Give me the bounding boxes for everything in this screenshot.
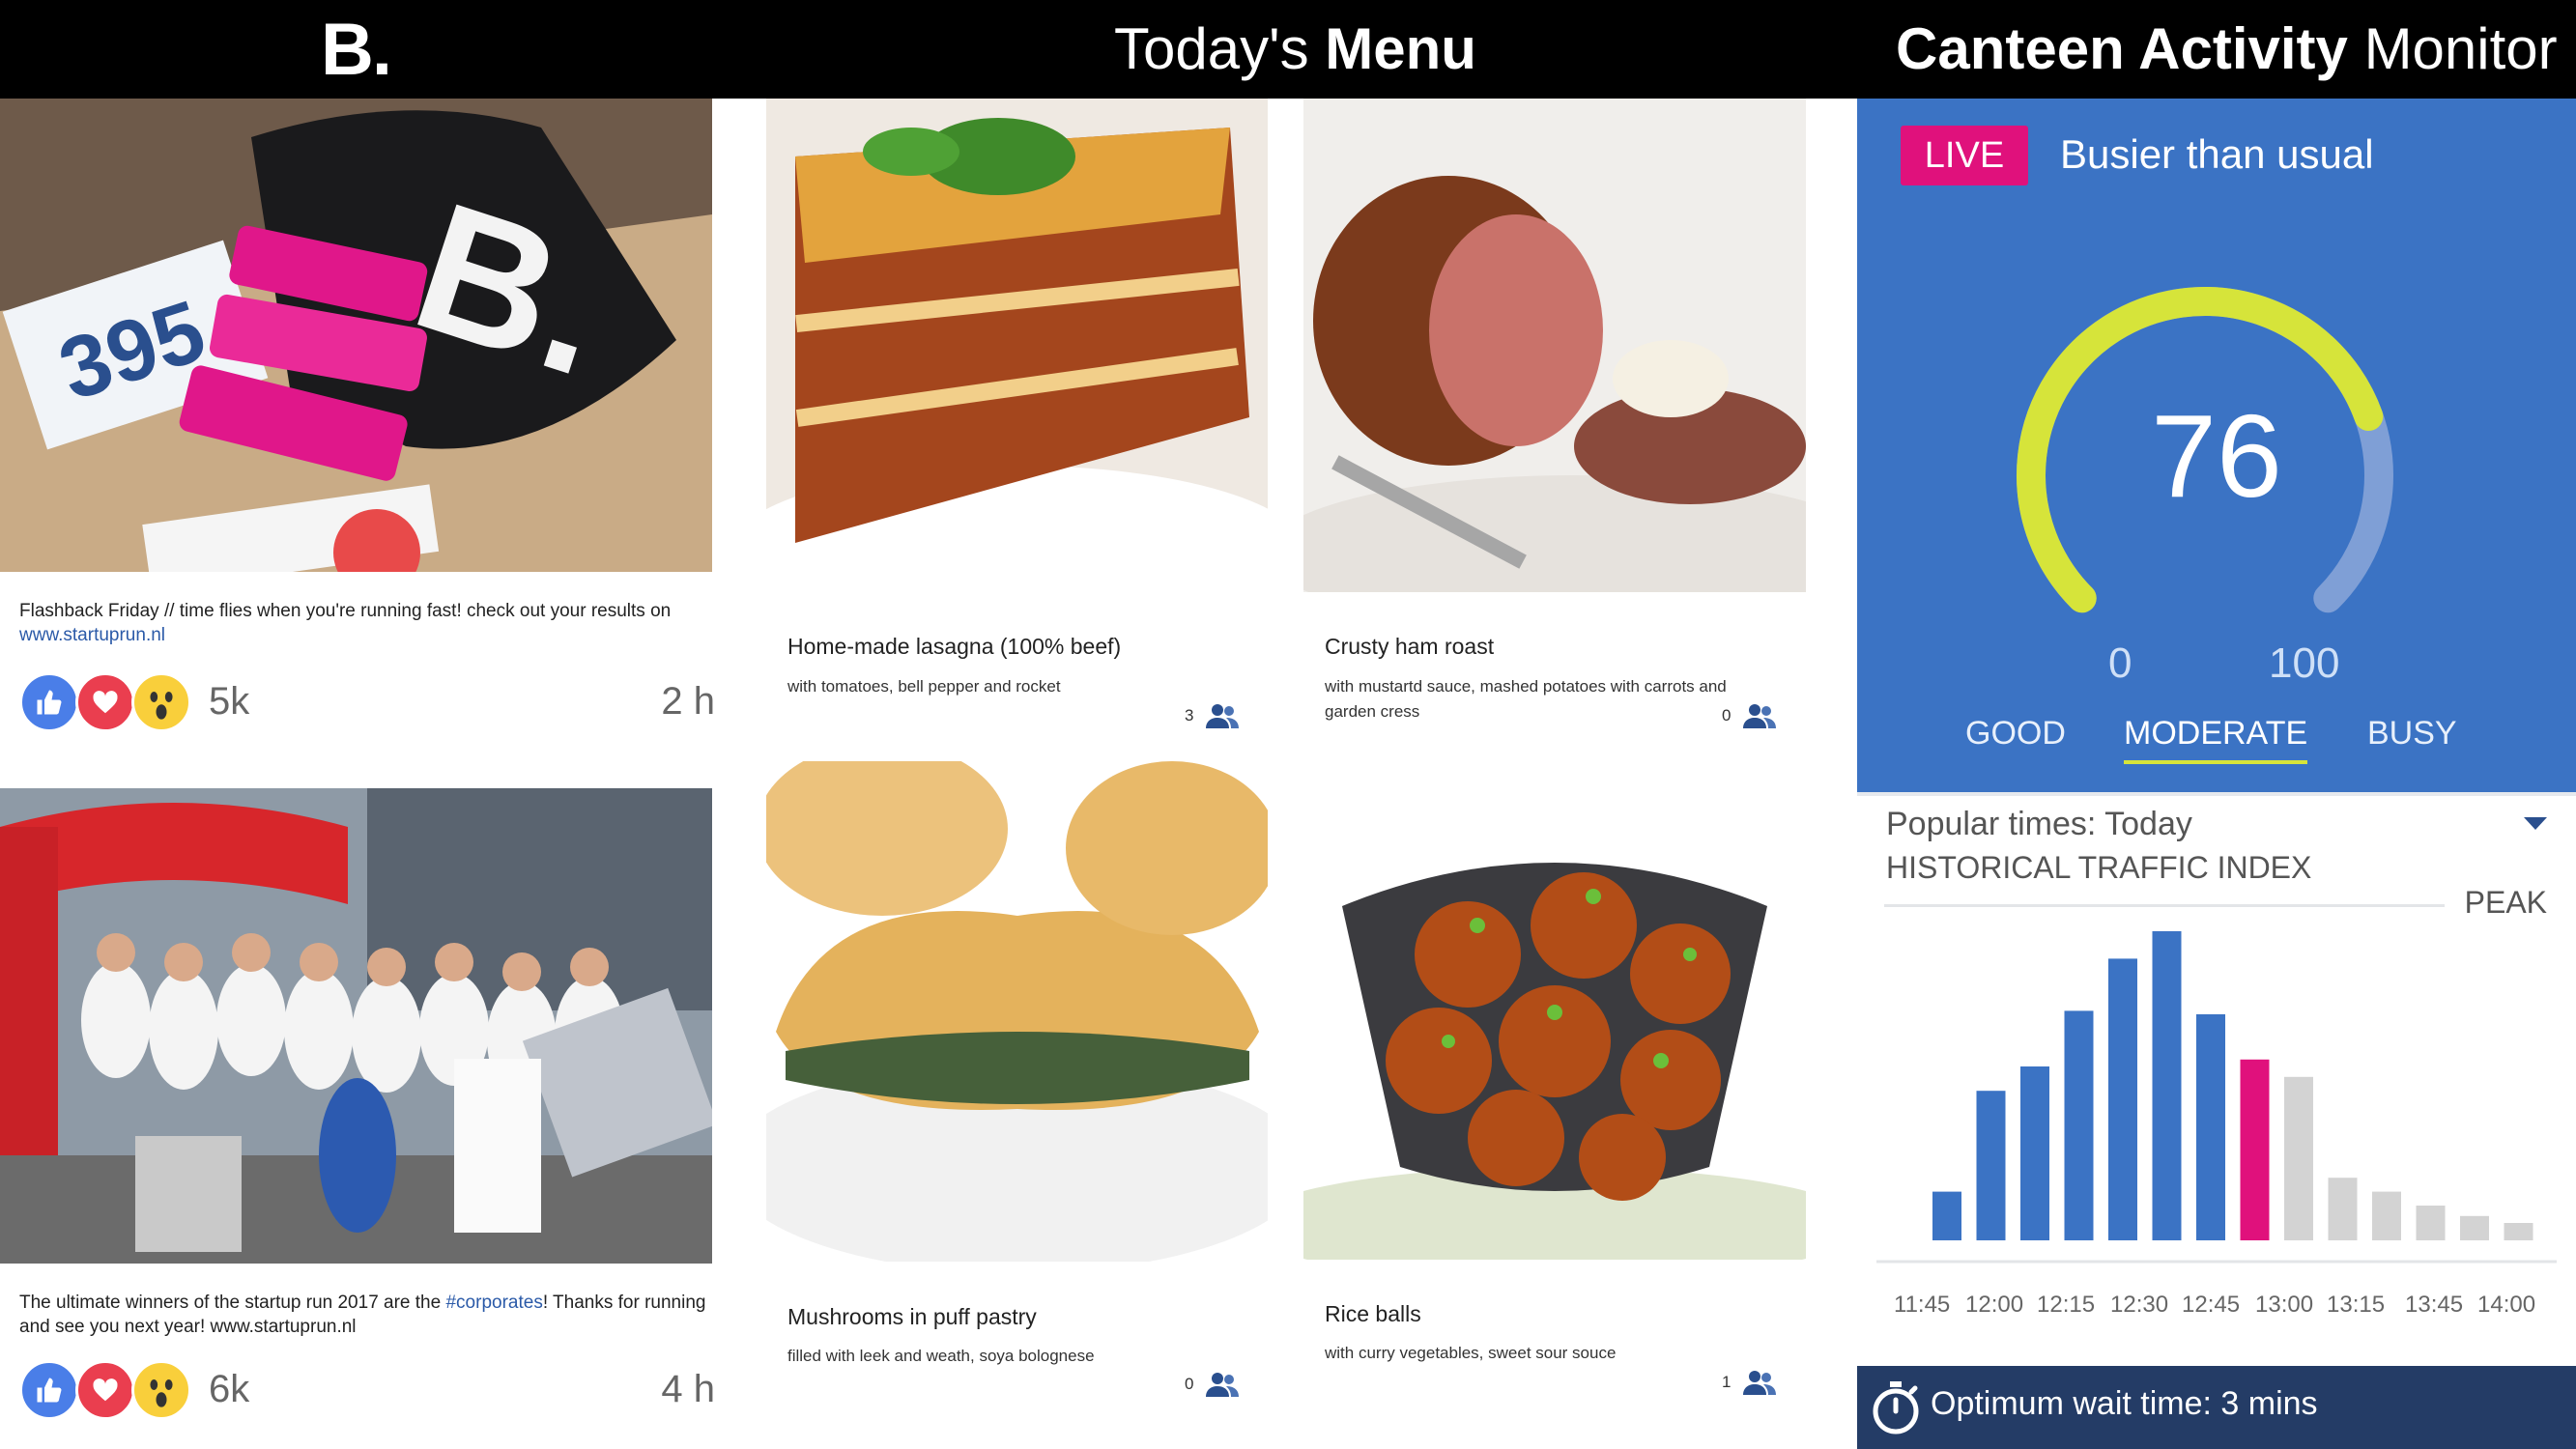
gauge-min-label: 0	[2108, 639, 2132, 687]
dish-attendee-count: 0	[1185, 1371, 1240, 1398]
traffic-bar	[2108, 958, 2137, 1240]
level-good[interactable]: GOOD	[1965, 715, 2066, 753]
dish-photo-rice-balls[interactable]	[1303, 761, 1806, 1260]
traffic-bar	[2152, 931, 2182, 1240]
people-icon[interactable]	[1742, 702, 1777, 729]
peak-label: PEAK	[2464, 885, 2547, 920]
love-reaction-icon[interactable]	[75, 672, 135, 732]
time-tick-label: 13:45	[2405, 1292, 2463, 1318]
dish-attendee-count: 1	[1722, 1369, 1777, 1396]
dish-photo-puff-pastry[interactable]	[766, 761, 1268, 1262]
dish-name[interactable]: Crusty ham roast	[1325, 634, 1494, 660]
level-busy[interactable]: BUSY	[2367, 715, 2457, 753]
time-tick-label: 12:30	[2110, 1292, 2168, 1318]
live-badge: LIVE	[1901, 126, 2028, 185]
traffic-bar-chart: 11:45 12:00 12:15 12:30 12:45 13:00 13:15 13:45…	[1876, 931, 2557, 1318]
traffic-bar	[2328, 1178, 2358, 1240]
crowd-status: Busier than usual	[2060, 131, 2374, 177]
post-reactions: 6k 4 h	[19, 1360, 715, 1422]
dish-name[interactable]: Mushrooms in puff pastry	[787, 1304, 1037, 1330]
dish-description: filled with leek and weath, soya bologne…	[787, 1347, 1095, 1365]
traffic-bar	[2196, 1014, 2225, 1240]
traffic-bar	[2416, 1206, 2446, 1240]
dish-photo-ham-roast[interactable]	[1303, 99, 1806, 592]
menu-title-bold: Menu	[1325, 16, 1476, 81]
monitor-title: Canteen Activity Monitor	[1896, 15, 2558, 82]
reaction-count: 6k	[209, 1368, 250, 1410]
time-tick-label: 11:45	[1894, 1292, 1950, 1318]
post-time: 4 h	[661, 1368, 715, 1410]
traffic-bar	[2020, 1066, 2049, 1240]
time-tick-label: 12:45	[2182, 1292, 2240, 1318]
post-caption-text: The ultimate winners of the startup run …	[19, 1293, 446, 1313]
time-tick-label: 13:15	[2327, 1292, 2385, 1318]
gauge-value: 76	[2151, 390, 2282, 522]
post-link[interactable]: www.startuprun.nl	[19, 625, 165, 645]
attendee-count-value: 0	[1722, 706, 1732, 724]
dish-photo-lasagna[interactable]	[766, 99, 1268, 592]
monitor-title-light: Monitor	[2363, 16, 2558, 81]
post-time: 2 h	[661, 680, 715, 723]
dish-attendee-count: 0	[1722, 702, 1777, 729]
post-caption-text: Flashback Friday // time flies when you'…	[19, 601, 672, 621]
brand-logo[interactable]: B.	[321, 8, 392, 92]
traffic-bar	[1932, 1191, 1961, 1240]
dish-attendee-count: 3	[1185, 702, 1240, 729]
historical-traffic-label: HISTORICAL TRAFFIC INDEX	[1886, 850, 2312, 885]
people-icon[interactable]	[1205, 1371, 1240, 1398]
post-caption: Flashback Friday // time flies when you'…	[19, 599, 715, 647]
attendee-count-value: 0	[1185, 1375, 1194, 1393]
popular-times-select[interactable]: Popular times: Today	[1886, 806, 2192, 843]
dish-description: with curry vegetables, sweet sour souce	[1325, 1344, 1617, 1362]
traffic-bar	[2504, 1223, 2533, 1240]
wait-time-bar: Optimum wait time: 3 mins	[1857, 1366, 2576, 1449]
stopwatch-icon	[1873, 1381, 1919, 1435]
like-reaction-icon[interactable]	[19, 672, 79, 732]
menu-title-light: Today's	[1114, 16, 1309, 81]
peak-line	[1884, 904, 2445, 907]
time-tick-label: 14:00	[2477, 1292, 2535, 1318]
post-reactions: 5k 2 h	[19, 672, 715, 734]
gauge-max-label: 100	[2269, 639, 2340, 687]
people-icon[interactable]	[1742, 1369, 1777, 1396]
time-tick-label: 12:15	[2037, 1292, 2095, 1318]
dish-description: with tomatoes, bell pepper and rocket	[787, 677, 1061, 696]
canteen-monitor-panel: LIVE Busier than usual 76 0 100 GOOD MOD…	[1857, 99, 2576, 792]
post-photo-startup-run-goodies[interactable]: B. 395	[0, 99, 712, 572]
traffic-bar	[1976, 1091, 2006, 1240]
dish-name[interactable]: Rice balls	[1325, 1301, 1421, 1327]
like-reaction-icon[interactable]	[19, 1360, 79, 1420]
wow-reaction-icon[interactable]	[131, 1360, 191, 1420]
monitor-title-bold: Canteen Activity	[1896, 16, 2348, 81]
post-caption: The ultimate winners of the startup run …	[19, 1291, 715, 1339]
attendee-count-value: 3	[1185, 706, 1194, 724]
wow-reaction-icon[interactable]	[131, 672, 191, 732]
traffic-bar	[2372, 1191, 2401, 1240]
time-tick-label: 13:00	[2255, 1292, 2313, 1318]
traffic-bar	[2064, 1010, 2094, 1240]
menu-title: Today's Menu	[1114, 15, 1476, 82]
people-icon[interactable]	[1205, 702, 1240, 729]
traffic-bar	[2284, 1076, 2313, 1240]
post-hashtag[interactable]: #corporates	[445, 1293, 542, 1313]
dish-name[interactable]: Home-made lasagna (100% beef)	[787, 634, 1121, 660]
traffic-bar	[2240, 1059, 2270, 1240]
love-reaction-icon[interactable]	[75, 1360, 135, 1420]
popular-times-section: Popular times: Today HISTORICAL TRAFFIC …	[1857, 792, 2576, 1366]
traffic-bar	[2460, 1215, 2489, 1240]
top-bar: B. Today's Menu Canteen Activity Monitor	[0, 0, 2576, 99]
chevron-down-icon[interactable]	[2524, 817, 2547, 830]
attendee-count-value: 1	[1722, 1373, 1732, 1391]
time-tick-label: 12:00	[1965, 1292, 2023, 1318]
reaction-count: 5k	[209, 680, 250, 723]
optimum-wait-time: Optimum wait time: 3 mins	[1931, 1385, 2318, 1422]
level-moderate[interactable]: MODERATE	[2124, 715, 2308, 764]
dish-description: with mustartd sauce, mashed potatoes wit…	[1325, 677, 1727, 721]
post-photo-runners-group[interactable]	[0, 788, 712, 1264]
